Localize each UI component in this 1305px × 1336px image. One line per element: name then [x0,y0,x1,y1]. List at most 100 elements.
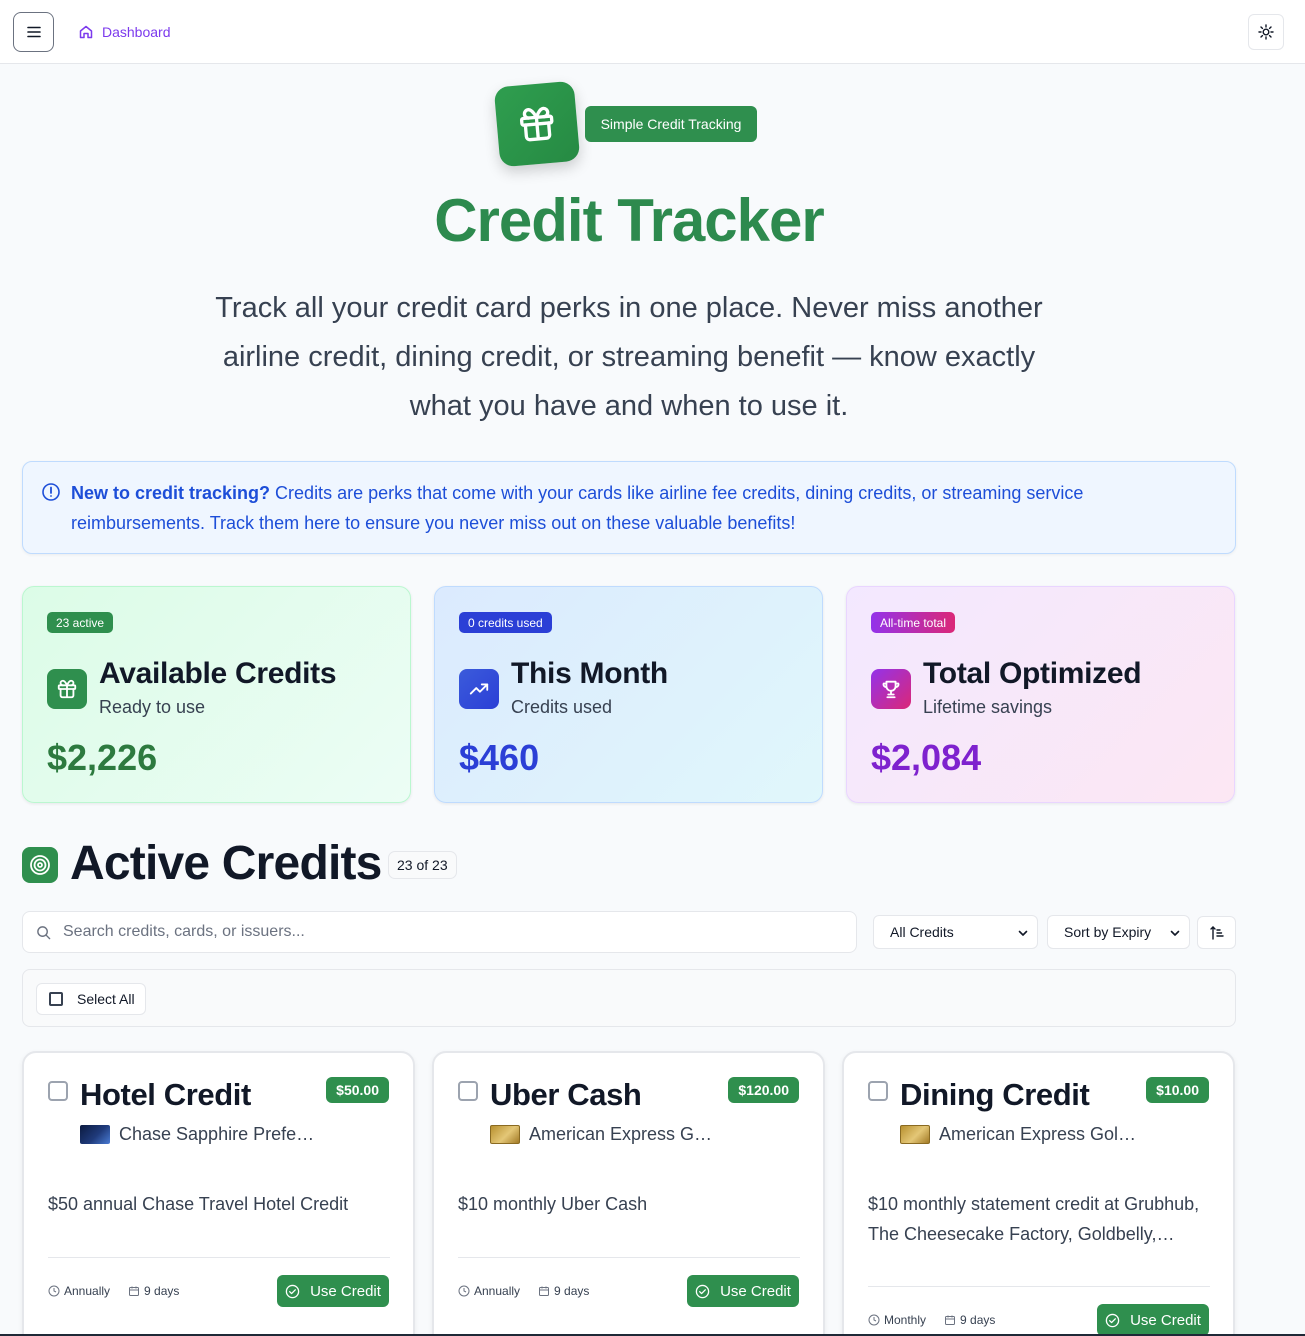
credit-title: Uber Cash [490,1077,642,1112]
info-text: New to credit tracking? Credits are perk… [71,478,1191,538]
credit-title: Dining Credit [900,1077,1090,1112]
credit-expiry: 9 days [554,1284,590,1298]
card-art-image [80,1125,110,1144]
top-bar: Dashboard [0,0,1305,64]
credit-expiry: 9 days [960,1313,996,1327]
stat-subtitle: Lifetime savings [923,697,1053,717]
credit-type-select[interactable]: All Credits [873,915,1038,949]
credit-card-source: American Express Gol… [900,1124,1136,1145]
page-title: Credit Tracker [434,187,825,254]
home-icon [79,25,93,39]
menu-button[interactable] [13,12,54,52]
breadcrumb-dashboard[interactable]: Dashboard [78,22,171,42]
credit-card-source: Chase Sapphire Prefe… [80,1124,314,1145]
use-credit-label: Use Credit [720,1282,791,1300]
divider [48,1257,390,1258]
divider [458,1257,800,1258]
search-input[interactable] [63,912,843,952]
calendar-icon [945,1315,956,1325]
page-subtitle: Track all your credit card perks in one … [215,292,1043,422]
stat-pill: All-time total [871,612,956,633]
stat-card-total-optimized: All-time total Total Optimized Lifetime … [846,586,1235,803]
use-credit-label: Use Credit [310,1282,381,1300]
credit-meta: Annually 9 days [458,1284,589,1298]
section-icon [22,847,58,883]
hamburger-icon [26,26,41,38]
stat-pill: 0 credits used [459,612,552,633]
gift-icon [519,106,554,142]
credit-type-value: All Credits [890,924,954,940]
stat-card-available: 23 active Available Credits Ready to use… [22,586,411,803]
stat-pill: 23 active [47,612,114,633]
credit-frequency: Annually [64,1284,111,1298]
select-all-checkbox[interactable] [49,992,63,1006]
credit-title: Hotel Credit [80,1077,251,1112]
breadcrumb-label: Dashboard [102,24,171,40]
credit-amount-badge: $120.00 [728,1077,799,1103]
credit-description: $10 monthly Uber Cash [458,1194,648,1214]
credit-checkbox[interactable] [458,1081,478,1101]
search-box [22,911,857,953]
credit-amount-badge: $10.00 [1146,1077,1209,1103]
stat-value: $2,226 [47,737,158,778]
card-art-image [490,1125,520,1144]
stat-value: $460 [459,737,540,778]
info-callout: New to credit tracking? Credits are perk… [22,461,1236,554]
info-lead: New to credit tracking? [71,483,271,503]
card-name: American Express Gol… [939,1124,1137,1144]
card-name: American Express G… [529,1124,713,1144]
search-icon [37,926,51,940]
sort-ascending-icon [1209,925,1224,940]
calendar-icon [539,1286,550,1296]
use-credit-button[interactable]: Use Credit [277,1275,389,1307]
trending-up-icon [469,683,489,695]
use-credit-label: Use Credit [1130,1311,1201,1329]
stat-subtitle: Credits used [511,697,613,717]
check-circle-icon [1105,1313,1120,1327]
credit-card: Hotel Credit $50.00 Chase Sapphire Prefe… [22,1051,415,1336]
credit-expiry: 9 days [144,1284,180,1298]
hero-logo [493,80,581,168]
stat-icon [459,669,499,709]
stat-title: Total Optimized [923,657,1142,690]
info-icon [42,483,60,501]
credit-amount-badge: $50.00 [326,1077,389,1103]
credit-card-source: American Express G… [490,1124,712,1145]
stat-subtitle: Ready to use [99,697,206,717]
sun-icon [1258,24,1274,40]
credit-card: Uber Cash $120.00 American Express G… $1… [432,1051,825,1336]
credit-description: $50 annual Chase Travel Hotel Credit [48,1194,349,1214]
clock-icon [48,1285,60,1297]
sort-select[interactable]: Sort by Expiry [1047,915,1190,949]
card-art-image [900,1125,930,1144]
card-name: Chase Sapphire Prefe… [119,1124,315,1144]
chevron-down-icon [1018,930,1028,936]
gift-icon [57,679,77,699]
credit-checkbox[interactable] [48,1081,68,1101]
check-circle-icon [695,1284,710,1298]
select-all-button[interactable]: Select All [36,983,146,1015]
credit-checkbox[interactable] [868,1081,888,1101]
selection-bar: Select All [22,969,1236,1027]
stat-icon [871,669,911,709]
hero-badge: Simple Credit Tracking [585,106,757,142]
chevron-down-icon [1170,930,1180,936]
credit-frequency: Annually [474,1284,521,1298]
use-credit-button[interactable]: Use Credit [1097,1304,1209,1336]
use-credit-button[interactable]: Use Credit [687,1275,799,1307]
stat-card-this-month: 0 credits used This Month Credits used $… [434,586,823,803]
trophy-icon [882,680,900,699]
clock-icon [868,1314,880,1326]
check-circle-icon [285,1284,300,1298]
sort-direction-button[interactable] [1197,916,1236,949]
credit-frequency: Monthly [884,1313,927,1327]
section-title: Active Credits [70,837,382,890]
credit-description: $10 monthly statement credit at Grubhub,… [868,1194,1200,1244]
credit-meta: Annually 9 days [48,1284,179,1298]
stat-title: Available Credits [99,657,337,690]
divider [868,1286,1210,1287]
stat-icon [47,669,87,709]
theme-toggle-button[interactable] [1248,14,1284,50]
sort-value: Sort by Expiry [1064,924,1152,940]
target-icon [30,855,50,875]
